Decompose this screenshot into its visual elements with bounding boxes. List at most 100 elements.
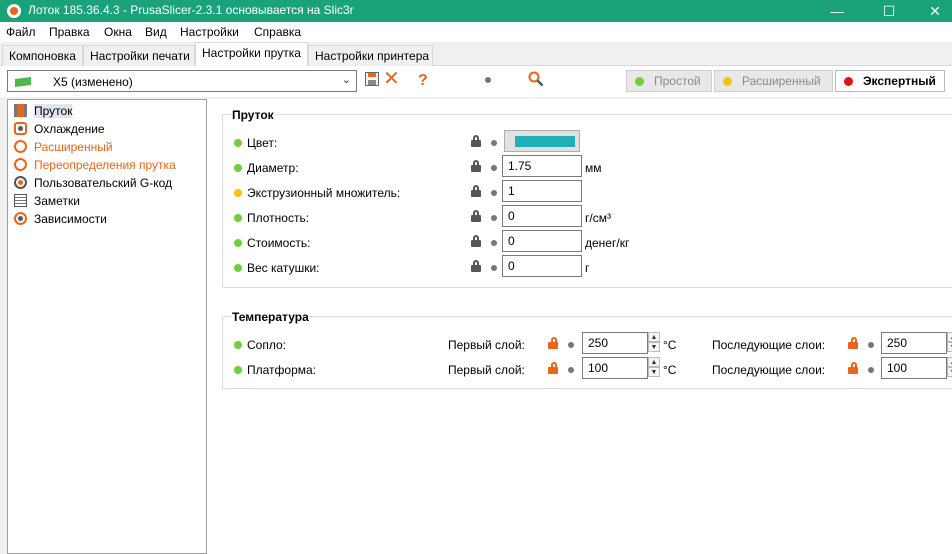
extrusion-multiplier-field[interactable]: 1	[502, 180, 582, 202]
density-field[interactable]: 0	[502, 205, 582, 227]
bed-label: Платформа:	[247, 363, 317, 377]
bed-other-layers-label: Последующие слои:	[712, 363, 826, 377]
bed-other-layers-field[interactable]: 100	[881, 357, 947, 379]
nozzle-other-layers-label: Последующие слои:	[712, 338, 826, 352]
density-label: Плотность:	[247, 211, 310, 225]
lock-icon[interactable]	[471, 235, 481, 247]
prusaslicer-logo-icon	[7, 4, 21, 18]
bed-other-layers-stepper[interactable]: ▲▼	[947, 357, 952, 379]
spool-weight-label: Вес катушки:	[247, 261, 320, 275]
menu-file[interactable]: Файл	[6, 25, 36, 39]
nozzle-other-layers-stepper[interactable]: ▲▼	[947, 332, 952, 354]
nozzle-first-layer-field[interactable]: 250	[582, 332, 648, 354]
menu-help[interactable]: Справка	[254, 25, 301, 39]
menu-edit[interactable]: Правка	[49, 25, 90, 39]
save-preset-icon[interactable]	[365, 71, 379, 93]
filament-spool-icon	[14, 104, 27, 117]
simple-mode-indicator-icon	[234, 214, 242, 222]
tab-filament-settings[interactable]: Настройки прутка	[195, 42, 308, 67]
delete-preset-icon[interactable]: ✕	[383, 69, 400, 89]
nozzle-first-layer-stepper[interactable]: ▲ ▼	[648, 332, 660, 354]
simple-mode-indicator-icon	[234, 341, 242, 349]
modified-value-bullet-icon[interactable]	[568, 367, 574, 373]
title-bar: Лоток 185.36.4.3 - PrusaSlicer-2.3.1 осн…	[0, 0, 952, 22]
default-value-bullet-icon[interactable]	[485, 77, 491, 83]
bed-first-layer-unit: °C	[663, 363, 677, 377]
mode-simple-button[interactable]: Простой	[626, 70, 712, 92]
mode-expert-button[interactable]: Экспертный	[835, 70, 945, 92]
simple-mode-indicator-icon	[234, 264, 242, 272]
simple-mode-indicator-icon	[234, 366, 242, 374]
diameter-label: Диаметр:	[247, 161, 299, 175]
chevron-down-icon[interactable]: ⌄	[342, 73, 351, 86]
menu-bar: Файл Правка Окна Вид Настройки Справка	[0, 22, 952, 42]
tab-printer-settings[interactable]: Настройки принтера	[308, 45, 433, 66]
default-value-bullet-icon[interactable]	[491, 265, 497, 271]
filament-group-title: Пруток	[231, 108, 275, 122]
unlock-icon[interactable]	[548, 337, 558, 349]
settings-page-list: Пруток Охлаждение Расширенный Переопреде…	[7, 99, 207, 554]
unlock-icon[interactable]	[848, 337, 858, 349]
modified-value-bullet-icon[interactable]	[568, 342, 574, 348]
bed-first-layer-stepper[interactable]: ▲ ▼	[648, 357, 660, 379]
expert-mode-dot-icon	[844, 77, 853, 86]
unlock-icon[interactable]	[548, 362, 558, 374]
filament-group: Пруток Цвет: Диаметр: 1.75 мм Экструзион…	[222, 108, 952, 288]
bed-first-layer-field[interactable]: 100	[582, 357, 648, 379]
window-title: Лоток 185.36.4.3 - PrusaSlicer-2.3.1 осн…	[28, 3, 354, 17]
modified-value-bullet-icon[interactable]	[868, 367, 874, 373]
help-question-icon[interactable]: ?	[418, 71, 428, 91]
lock-icon[interactable]	[471, 160, 481, 172]
spool-weight-field[interactable]: 0	[502, 255, 582, 277]
tab-print-settings[interactable]: Настройки печати	[83, 45, 195, 66]
mode-advanced-button[interactable]: Расширенный	[714, 70, 833, 92]
cost-field[interactable]: 0	[502, 230, 582, 252]
default-value-bullet-icon[interactable]	[491, 240, 497, 246]
notes-icon	[14, 194, 27, 207]
color-picker-button[interactable]	[504, 130, 580, 152]
unlock-icon[interactable]	[848, 362, 858, 374]
simple-mode-indicator-icon	[234, 164, 242, 172]
gears-icon	[14, 158, 27, 171]
dependencies-icon	[14, 212, 27, 225]
tab-bar: Компоновка Настройки печати Настройки пр…	[0, 42, 952, 67]
lock-icon[interactable]	[471, 135, 481, 147]
diameter-unit: мм	[585, 161, 602, 175]
gcode-gear-icon	[14, 176, 27, 189]
lock-icon[interactable]	[471, 185, 481, 197]
color-swatch	[515, 136, 575, 147]
default-value-bullet-icon[interactable]	[491, 190, 497, 196]
filament-flag-icon	[15, 77, 31, 87]
preset-name: X5 (изменено)	[53, 75, 133, 89]
temperature-group: Температура Сопло: Первый слой: 250 ▲ ▼ °…	[222, 310, 952, 389]
settings-toolbar: X5 (изменено) ⌄ ✕ ? Простой Расширенный …	[0, 66, 952, 152]
menu-view[interactable]: Вид	[145, 25, 167, 39]
cost-unit: денег/кг	[585, 236, 630, 250]
advanced-mode-indicator-icon	[234, 189, 242, 197]
lock-icon[interactable]	[471, 210, 481, 222]
simple-mode-dot-icon	[635, 77, 644, 86]
simple-mode-indicator-icon	[234, 239, 242, 247]
temperature-group-title: Температура	[231, 310, 310, 324]
close-button[interactable]: ✕	[912, 0, 952, 22]
advanced-mode-dot-icon	[723, 77, 732, 86]
maximize-button[interactable]: ☐	[866, 0, 912, 22]
modified-value-bullet-icon[interactable]	[868, 342, 874, 348]
default-value-bullet-icon[interactable]	[491, 165, 497, 171]
search-icon[interactable]	[528, 71, 544, 93]
default-value-bullet-icon[interactable]	[491, 215, 497, 221]
cost-label: Стоимость:	[247, 236, 311, 250]
menu-settings[interactable]: Настройки	[180, 25, 239, 39]
nozzle-label: Сопло:	[247, 338, 286, 352]
preset-select[interactable]: X5 (изменено) ⌄	[7, 70, 357, 92]
tab-plater[interactable]: Компоновка	[2, 45, 83, 66]
spool-weight-unit: г	[585, 261, 590, 275]
minimize-button[interactable]: —	[814, 0, 860, 22]
lock-icon[interactable]	[471, 260, 481, 272]
nozzle-other-layers-field[interactable]: 250	[881, 332, 947, 354]
diameter-field[interactable]: 1.75	[502, 155, 582, 177]
default-value-bullet-icon[interactable]	[491, 140, 497, 146]
settings-panel: Пруток Цвет: Диаметр: 1.75 мм Экструзион…	[207, 99, 952, 554]
gears-icon	[14, 140, 27, 153]
menu-windows[interactable]: Окна	[104, 25, 132, 39]
